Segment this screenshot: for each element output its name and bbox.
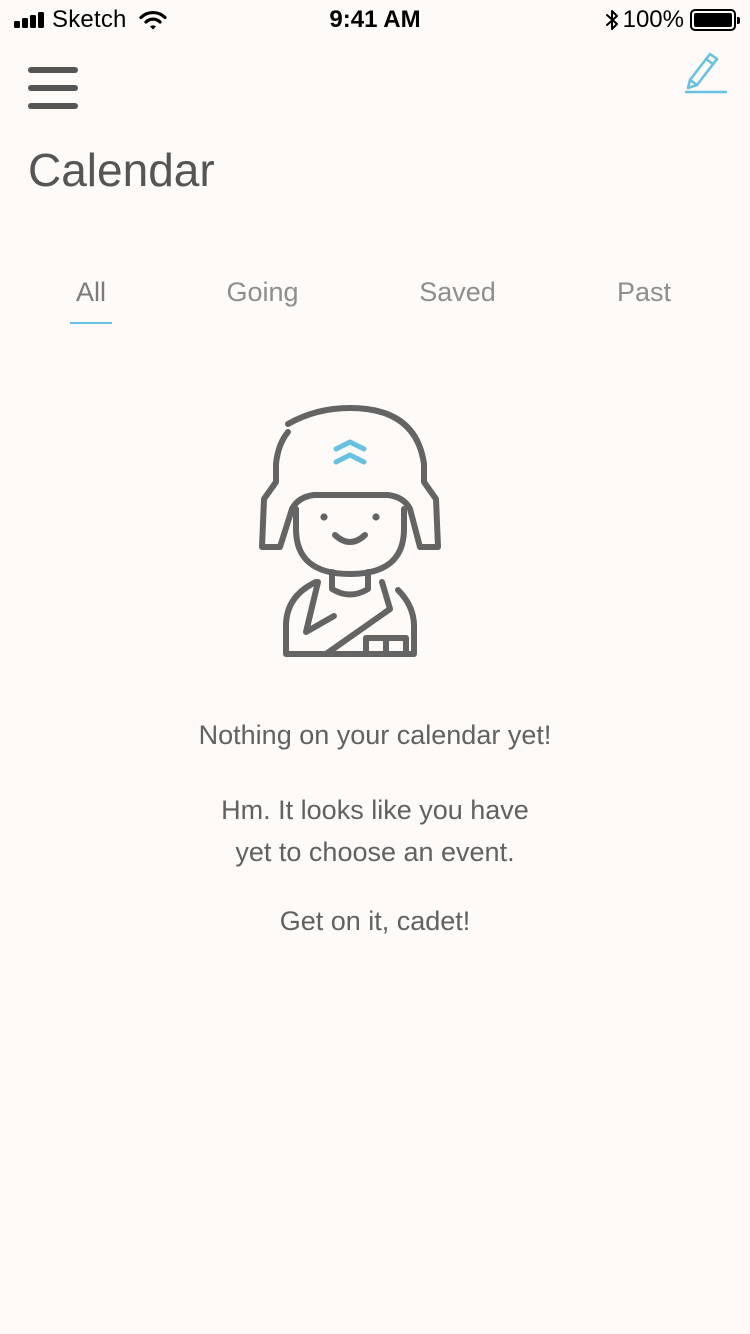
bluetooth-icon <box>605 10 618 30</box>
tab-going[interactable]: Going <box>215 270 310 330</box>
empty-state-message: Hm. It looks like you have yet to choose… <box>0 789 750 873</box>
battery-icon <box>690 9 740 31</box>
battery-fill <box>694 13 732 27</box>
battery-percent: 100% <box>622 6 684 33</box>
page-title: Calendar <box>28 144 215 196</box>
battery-cap <box>737 17 740 24</box>
cadet-soldier-icon <box>258 404 442 660</box>
calendar-tabs: All Going Saved Past <box>0 270 750 330</box>
active-tab-indicator <box>70 322 112 324</box>
status-bar-right: 100% <box>605 6 740 34</box>
empty-state-message-line2: yet to choose an event. <box>235 837 515 867</box>
pencil-edit-icon[interactable] <box>682 48 730 94</box>
empty-state-title: Nothing on your calendar yet! <box>198 720 552 750</box>
tab-past[interactable]: Past <box>609 270 679 330</box>
empty-state-message-line1: Hm. It looks like you have <box>221 795 529 825</box>
tab-all[interactable]: All <box>66 270 116 330</box>
tab-saved[interactable]: Saved <box>410 270 505 330</box>
empty-state-cta-text: Get on it, cadet! <box>279 906 471 936</box>
status-bar: Sketch 9:41 AM 100% <box>0 0 750 40</box>
hamburger-menu-icon[interactable] <box>28 66 78 110</box>
